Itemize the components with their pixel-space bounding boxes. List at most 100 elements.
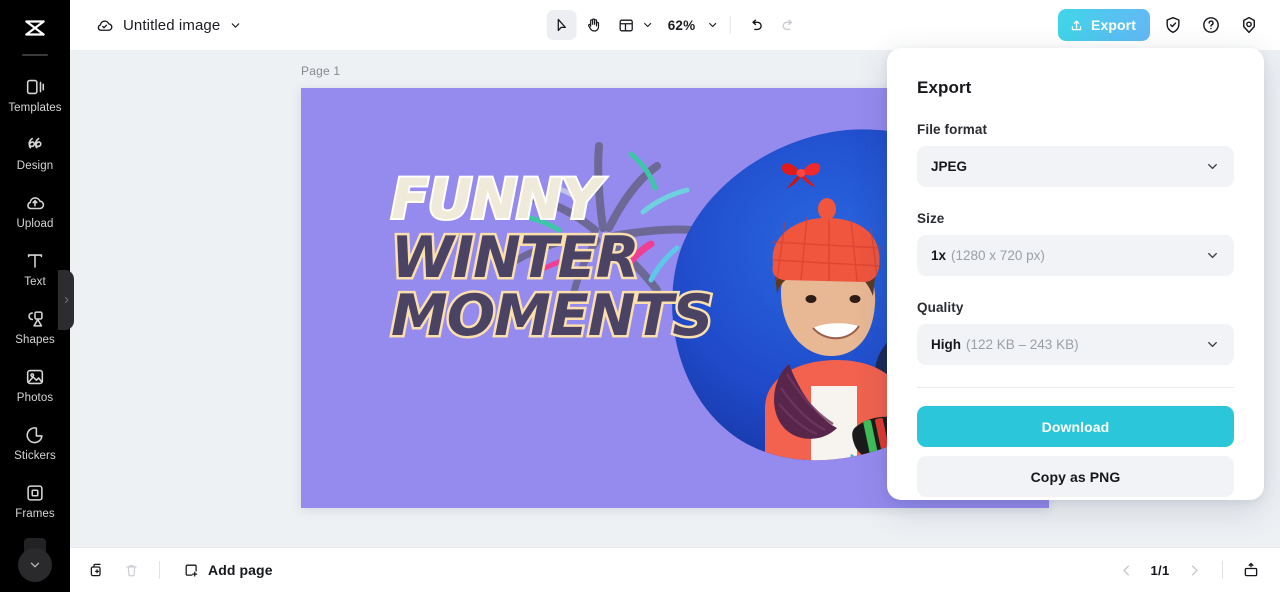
- file-format-label: File format: [917, 122, 988, 137]
- top-toolbar: Untitled image 62% Export: [70, 0, 1280, 50]
- next-page-button[interactable]: [1179, 555, 1209, 585]
- headline-line-3: MOMENTS: [389, 282, 716, 349]
- capcut-logo-icon: [25, 20, 45, 36]
- panel-divider: [917, 387, 1234, 388]
- add-page-button[interactable]: Add page: [183, 562, 273, 579]
- chevron-down-icon: [1208, 163, 1217, 170]
- chevron-down-icon: [1208, 252, 1217, 259]
- zoom-level-value: 62%: [667, 17, 696, 33]
- document-title: Untitled image: [123, 16, 221, 34]
- chevron-down-icon: [1208, 341, 1217, 348]
- sidebar-bottom-area: [0, 518, 70, 592]
- settings-button[interactable]: [1234, 10, 1264, 40]
- chevron-down-icon: [708, 22, 716, 28]
- file-format-select[interactable]: JPEG: [917, 146, 1234, 187]
- download-button[interactable]: Download: [917, 406, 1234, 447]
- chevron-down-icon: [231, 22, 240, 28]
- add-square-icon: [185, 564, 198, 577]
- layout-icon: [619, 19, 633, 31]
- sidebar-label-upload: Upload: [16, 218, 54, 230]
- sidebar-item-photos[interactable]: Photos: [0, 356, 70, 414]
- export-panel: Export File format JPEG Size 1x (1280 x …: [887, 48, 1264, 500]
- size-detail: (1280 x 720 px): [951, 248, 1045, 263]
- frames-icon: [27, 485, 43, 501]
- bottombar-divider: [159, 561, 160, 579]
- undo-icon: [752, 19, 762, 30]
- pagenav-divider: [1222, 561, 1223, 579]
- sidebar-divider: [22, 54, 48, 56]
- delete-page-button[interactable]: [116, 555, 146, 585]
- shapes-icon: [28, 311, 43, 327]
- sidebar-label-shapes: Shapes: [15, 334, 55, 346]
- trash-icon: [125, 564, 137, 576]
- layout-tool-icon-wrap[interactable]: [611, 10, 641, 40]
- shield-button[interactable]: [1158, 10, 1188, 40]
- sidebar-item-upload[interactable]: Upload: [0, 182, 70, 240]
- text-icon: [27, 254, 43, 268]
- stickers-icon: [26, 427, 43, 444]
- sidebar-label-stickers: Stickers: [14, 450, 56, 462]
- page-indicator: 1/1: [1150, 562, 1170, 578]
- capcut-editor: Templates Design Upload Text Shapes Phot…: [0, 0, 1280, 592]
- help-button[interactable]: [1196, 10, 1226, 40]
- headline-line-2: WINTER: [389, 224, 643, 291]
- page-label: Page 1: [301, 64, 341, 78]
- quality-value: High: [931, 337, 961, 352]
- present-button[interactable]: [1236, 555, 1266, 585]
- templates-icon: [26, 79, 45, 95]
- photos-icon: [26, 369, 44, 385]
- page-actions: Add page: [82, 555, 273, 585]
- sidebar-label-design: Design: [16, 160, 54, 172]
- sidebar-item-design[interactable]: Design: [0, 124, 70, 182]
- quality-label: Quality: [917, 300, 964, 315]
- capcut-logo[interactable]: [0, 6, 70, 50]
- red-bow-sticker[interactable]: [779, 156, 823, 190]
- layout-tool-button[interactable]: [611, 10, 654, 40]
- copy-as-png-button[interactable]: Copy as PNG: [917, 456, 1234, 497]
- sidebar-item-stickers[interactable]: Stickers: [0, 414, 70, 472]
- canvas-tools: 62%: [546, 10, 804, 40]
- document-title-chip[interactable]: Untitled image: [95, 16, 242, 35]
- chevron-down-icon: [644, 22, 652, 28]
- bottom-toolbar: Add page 1/1: [70, 547, 1280, 592]
- add-page-label: Add page: [208, 562, 273, 578]
- file-format-value: JPEG: [931, 159, 968, 174]
- export-button[interactable]: Export: [1058, 9, 1150, 41]
- prev-page-button[interactable]: [1111, 555, 1141, 585]
- sidebar-collapse-handle[interactable]: [58, 270, 74, 330]
- settings-gear-icon: [1243, 16, 1255, 34]
- toolbar-divider: [729, 16, 731, 34]
- size-label: Size: [917, 211, 945, 226]
- duplicate-page-icon: [90, 563, 101, 577]
- quality-detail: (122 KB – 243 KB): [966, 337, 1079, 352]
- redo-icon: [782, 19, 793, 30]
- undo-button[interactable]: [741, 10, 771, 40]
- page-navigation: 1/1: [1111, 555, 1266, 585]
- redo-button[interactable]: [773, 10, 803, 40]
- cloud-saved-icon: [97, 19, 113, 31]
- chevron-right-icon: [64, 296, 68, 304]
- design-icon: [28, 137, 42, 149]
- sidebar-item-templates[interactable]: Templates: [0, 66, 70, 124]
- cursor-icon: [557, 18, 566, 31]
- size-select[interactable]: 1x (1280 x 720 px): [917, 235, 1234, 276]
- chevron-left-icon: [1122, 565, 1129, 575]
- artwork-headline[interactable]: FUNNY WINTER MOMENTS: [389, 167, 716, 349]
- chevron-down-icon: [30, 562, 40, 568]
- zoom-control[interactable]: 62%: [666, 18, 719, 33]
- share-up-icon: [1071, 20, 1082, 30]
- upload-cloud-icon: [27, 197, 45, 210]
- shield-check-icon: [1166, 16, 1180, 34]
- quality-select[interactable]: High (122 KB – 243 KB): [917, 324, 1234, 365]
- export-panel-title: Export: [917, 78, 972, 97]
- present-icon: [1244, 562, 1258, 577]
- sidebar-label-text: Text: [24, 276, 46, 288]
- select-tool-button[interactable]: [546, 10, 577, 40]
- duplicate-page-button[interactable]: [82, 555, 112, 585]
- chevron-right-icon: [1191, 565, 1198, 575]
- hand-tool-button[interactable]: [579, 10, 609, 40]
- headline-line-1: FUNNY: [389, 167, 603, 231]
- sidebar-more-button[interactable]: [18, 548, 52, 582]
- topbar-right-actions: Export: [1058, 9, 1264, 41]
- sidebar-label-templates: Templates: [8, 102, 62, 114]
